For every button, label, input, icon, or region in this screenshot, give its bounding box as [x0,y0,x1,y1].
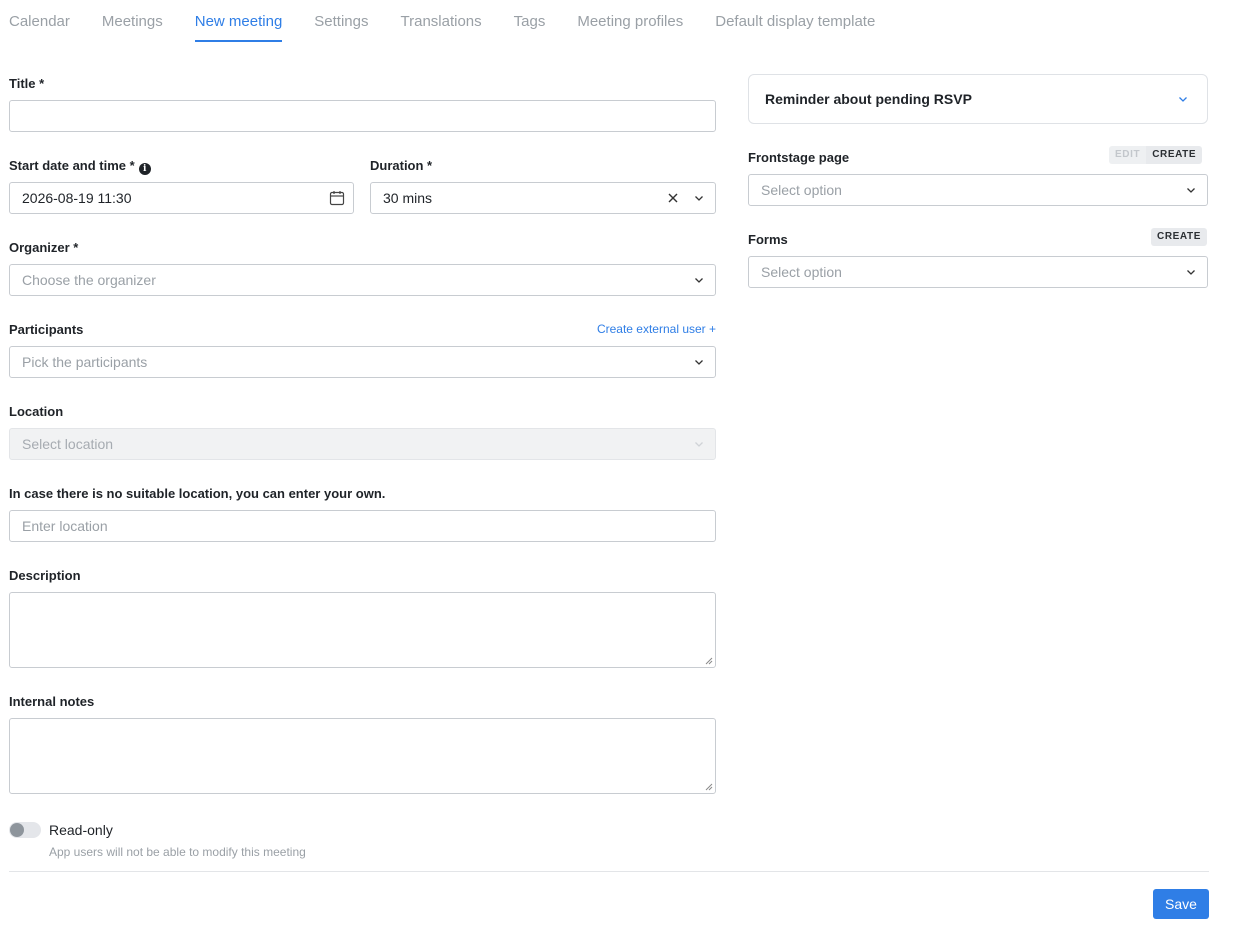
start-date-label: Start date and time * i [9,158,151,175]
tab-translations[interactable]: Translations [401,0,482,42]
info-icon[interactable]: i [138,163,151,175]
location-select: Select location [9,428,716,460]
forms-label: Forms [748,232,788,247]
forms-actions: CREATE [1151,228,1207,246]
custom-location-label: In case there is no suitable location, y… [9,486,386,501]
start-date-label-text: Start date and time * [9,158,135,173]
tab-meetings[interactable]: Meetings [102,0,163,42]
start-date-value: 2026-08-19 11:30 [22,190,132,206]
forms-create-button[interactable]: CREATE [1151,228,1207,246]
readonly-label: Read-only [49,822,113,838]
internal-notes-label: Internal notes [9,694,95,709]
reminder-rsvp-accordion[interactable]: Reminder about pending RSVP [748,74,1208,124]
chevron-down-icon [695,196,703,201]
title-input[interactable] [9,100,716,132]
location-label: Location [9,404,64,419]
organizer-select[interactable]: Choose the organizer [9,264,716,296]
frontstage-page-select[interactable]: Select option [748,174,1208,206]
tab-default-display-template[interactable]: Default display template [715,0,875,42]
duration-label: Duration * [370,158,433,173]
chevron-down-icon [1187,188,1195,193]
duration-value: 30 mins [383,190,433,206]
resize-handle-icon[interactable] [705,783,713,791]
readonly-hint: App users will not be able to modify thi… [49,845,306,859]
duration-select[interactable]: 30 mins [370,182,716,214]
chevron-down-icon [695,442,703,447]
save-button[interactable]: Save [1153,889,1209,919]
forms-select[interactable]: Select option [748,256,1208,288]
chevron-down-icon [695,360,703,365]
toggle-knob [10,823,24,837]
tab-tags[interactable]: Tags [514,0,546,42]
frontstage-page-label: Frontstage page [748,150,850,165]
frontstage-create-button[interactable]: CREATE [1146,146,1203,164]
participants-label: Participants [9,322,84,337]
title-label: Title * [9,76,45,91]
tab-settings[interactable]: Settings [314,0,368,42]
tab-new-meeting[interactable]: New meeting [194,0,283,42]
calendar-icon[interactable] [329,190,345,206]
organizer-placeholder: Choose the organizer [22,272,156,288]
start-date-input[interactable]: 2026-08-19 11:30 [9,182,354,214]
description-label: Description [9,568,81,583]
location-placeholder: Select location [22,436,114,452]
create-external-user-link[interactable]: Create external user + [597,322,716,336]
chevron-down-icon [695,278,703,283]
frontstage-actions: EDIT CREATE [1109,146,1203,164]
tab-meeting-profiles[interactable]: Meeting profiles [577,0,683,42]
description-textarea[interactable] [9,592,716,668]
forms-placeholder: Select option [761,264,842,280]
readonly-toggle[interactable] [9,822,41,838]
frontstage-edit-button: EDIT [1109,146,1147,164]
tab-bar: Calendar Meetings New meeting Settings T… [9,0,875,42]
participants-select[interactable]: Pick the participants [9,346,716,378]
chevron-down-icon[interactable] [1177,93,1189,105]
resize-handle-icon[interactable] [705,657,713,665]
chevron-down-icon [1187,270,1195,275]
participants-placeholder: Pick the participants [22,354,148,370]
organizer-label: Organizer * [9,240,79,255]
clear-icon[interactable] [668,193,678,203]
tab-calendar[interactable]: Calendar [9,0,70,42]
custom-location-placeholder: Enter location [22,518,108,534]
custom-location-input[interactable]: Enter location [9,510,716,542]
reminder-rsvp-title: Reminder about pending RSVP [765,91,972,107]
frontstage-placeholder: Select option [761,182,842,198]
footer-divider [9,871,1209,872]
internal-notes-textarea[interactable] [9,718,716,794]
